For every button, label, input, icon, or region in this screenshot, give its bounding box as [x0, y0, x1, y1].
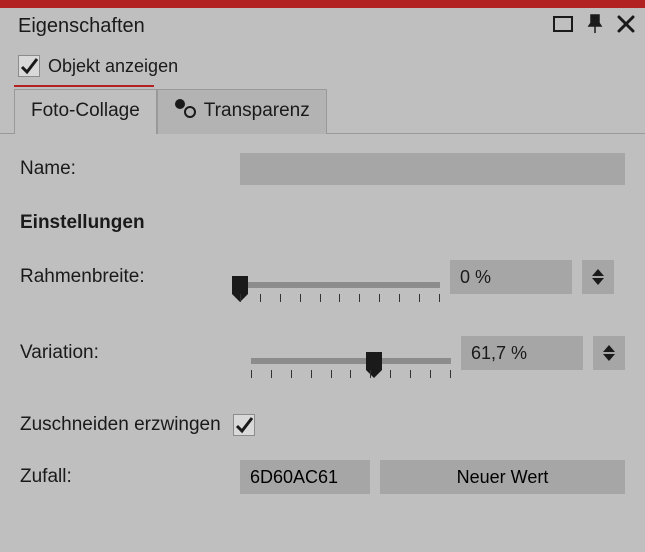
force-crop-row: Zuschneiden erzwingen — [20, 408, 625, 442]
slider-thumb[interactable] — [232, 276, 248, 294]
frame-width-label: Rahmenbreite: — [20, 266, 240, 288]
variation-spinner[interactable] — [593, 336, 625, 370]
panel-header-actions — [553, 14, 635, 39]
name-row: Name: — [20, 152, 625, 186]
show-object-label: Objekt anzeigen — [48, 56, 178, 77]
name-label: Name: — [20, 158, 240, 180]
transparency-icon — [174, 98, 196, 124]
random-input[interactable] — [240, 460, 370, 494]
new-value-button[interactable]: Neuer Wert — [380, 460, 625, 494]
force-crop-checkbox[interactable] — [233, 414, 255, 436]
close-icon[interactable] — [617, 15, 635, 38]
variation-slider[interactable] — [251, 350, 451, 356]
frame-width-value[interactable]: 0 % — [450, 260, 572, 294]
panel-header: Eigenschaften — [0, 8, 645, 45]
name-input[interactable] — [240, 153, 625, 185]
show-object-row: Objekt anzeigen — [0, 45, 645, 85]
pin-icon[interactable] — [587, 14, 603, 39]
slider-thumb[interactable] — [366, 352, 382, 370]
active-indicator — [14, 85, 154, 87]
frame-width-spinner[interactable] — [582, 260, 614, 294]
force-crop-label: Zuschneiden erzwingen — [20, 414, 221, 436]
variation-label: Variation: — [20, 342, 240, 364]
show-object-checkbox[interactable] — [18, 55, 40, 77]
random-row: Zufall: Neuer Wert — [20, 460, 625, 494]
settings-heading: Einstellungen — [20, 212, 625, 234]
tab-foto-collage[interactable]: Foto-Collage — [14, 89, 157, 134]
window-icon[interactable] — [553, 16, 573, 37]
random-label: Zufall: — [20, 466, 240, 488]
frame-width-slider[interactable] — [240, 274, 440, 280]
panel-body: Name: Einstellungen Rahmenbreite: 0 % Va… — [0, 134, 645, 494]
panel-title: Eigenschaften — [18, 15, 553, 38]
title-red-bar — [0, 0, 645, 8]
tab-transparenz[interactable]: Transparenz — [157, 89, 327, 134]
tab-bar: Foto-Collage Transparenz — [0, 89, 645, 134]
tab-label: Foto-Collage — [31, 100, 140, 122]
variation-value[interactable]: 61,7 % — [461, 336, 583, 370]
tab-label: Transparenz — [204, 100, 310, 122]
variation-row: Variation: 61,7 % — [20, 336, 625, 370]
frame-width-row: Rahmenbreite: 0 % — [20, 260, 625, 294]
